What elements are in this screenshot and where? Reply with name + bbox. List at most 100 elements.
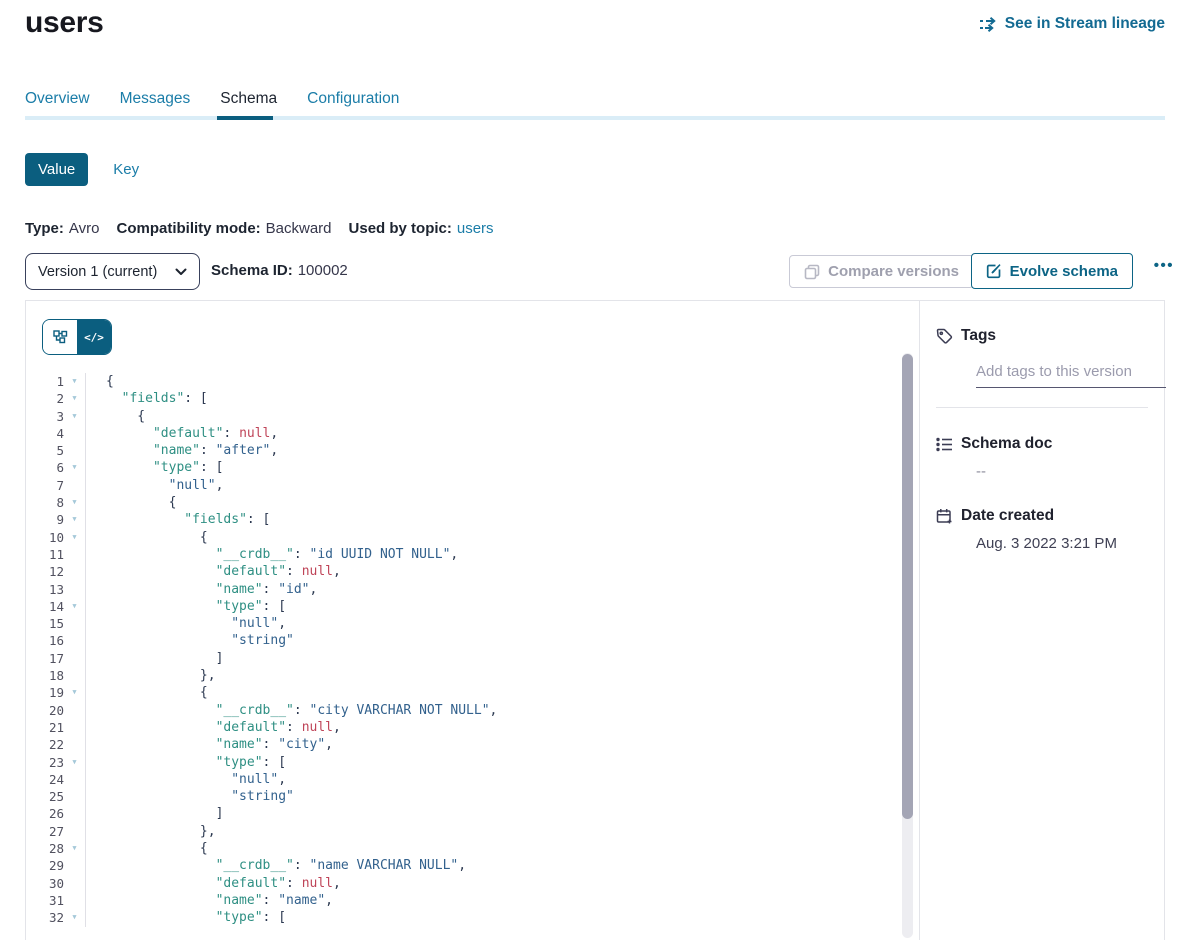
line-number: 20 — [26, 702, 64, 719]
tab-schema[interactable]: Schema — [220, 90, 277, 108]
code-text: "type": [ — [85, 598, 895, 615]
code-text: "default": null, — [85, 875, 895, 892]
code-text: { — [85, 373, 895, 390]
date-created-value: Aug. 3 2022 3:21 PM — [976, 535, 1148, 552]
version-select-value: Version 1 (current) — [38, 264, 157, 280]
fold-toggle-icon[interactable]: ▼ — [64, 529, 85, 546]
tree-view-button[interactable] — [43, 320, 77, 354]
fold-toggle-icon[interactable]: ▼ — [64, 459, 85, 476]
line-number: 22 — [26, 736, 64, 753]
more-options-button[interactable]: ••• — [1154, 257, 1174, 274]
stream-lineage-label: See in Stream lineage — [1005, 15, 1165, 33]
fold-toggle-icon[interactable]: ▼ — [64, 408, 85, 425]
key-toggle-button[interactable]: Key — [113, 161, 139, 178]
schema-sidebar: Tags Schema doc -- — [919, 301, 1164, 940]
fold-toggle-icon[interactable]: ▼ — [64, 909, 85, 926]
code-text: "string" — [85, 788, 895, 805]
code-line: 10▼ { — [26, 529, 895, 546]
fold-toggle-icon[interactable]: ▼ — [64, 754, 85, 771]
code-text: "__crdb__": "name VARCHAR NULL", — [85, 857, 895, 874]
compare-versions-button[interactable]: Compare versions — [789, 255, 974, 288]
code-text: "fields": [ — [85, 390, 895, 407]
line-number: 16 — [26, 632, 64, 649]
type-field: Type:Avro — [25, 220, 99, 237]
code-line: 21 "default": null, — [26, 719, 895, 736]
line-number: 12 — [26, 563, 64, 580]
code-line: 18 }, — [26, 667, 895, 684]
version-select[interactable]: Version 1 (current) — [25, 253, 200, 290]
fold-spacer — [64, 736, 85, 753]
line-number: 25 — [26, 788, 64, 805]
schema-doc-value: -- — [976, 463, 1148, 480]
used-by-topic-field: Used by topic:users — [349, 220, 494, 237]
tab-configuration[interactable]: Configuration — [307, 90, 399, 108]
code-line: 9▼ "fields": [ — [26, 511, 895, 528]
code-text: "default": null, — [85, 425, 895, 442]
line-number: 31 — [26, 892, 64, 909]
line-number: 9 — [26, 511, 64, 528]
fold-toggle-icon[interactable]: ▼ — [64, 390, 85, 407]
tab-overview[interactable]: Overview — [25, 90, 90, 108]
code-text: "fields": [ — [85, 511, 895, 528]
fold-spacer — [64, 788, 85, 805]
code-text: "null", — [85, 615, 895, 632]
line-number: 15 — [26, 615, 64, 632]
tree-view-icon — [53, 330, 68, 345]
code-line: 17 ] — [26, 650, 895, 667]
code-text: "name": "after", — [85, 442, 895, 459]
add-tags-input[interactable] — [976, 363, 1166, 388]
compatibility-label: Compatibility mode: — [116, 220, 260, 237]
code-text: ] — [85, 805, 895, 822]
code-line: 5 "name": "after", — [26, 442, 895, 459]
fold-spacer — [64, 581, 85, 598]
fold-toggle-icon[interactable]: ▼ — [64, 373, 85, 390]
fold-toggle-icon[interactable]: ▼ — [64, 840, 85, 857]
code-scrollbar-thumb[interactable] — [902, 354, 913, 819]
code-line: 20 "__crdb__": "city VARCHAR NOT NULL", — [26, 702, 895, 719]
tab-bar: Overview Messages Schema Configuration — [25, 90, 399, 108]
code-scrollbar-track[interactable] — [902, 353, 913, 938]
line-number: 5 — [26, 442, 64, 459]
value-toggle-button[interactable]: Value — [25, 153, 88, 186]
fold-spacer — [64, 546, 85, 563]
line-number: 10 — [26, 529, 64, 546]
calendar-plus-icon — [936, 508, 953, 525]
line-number: 17 — [26, 650, 64, 667]
stream-lineage-link[interactable]: See in Stream lineage — [979, 15, 1165, 33]
code-text: { — [85, 684, 895, 701]
fold-toggle-icon[interactable]: ▼ — [64, 598, 85, 615]
code-line: 22 "name": "city", — [26, 736, 895, 753]
code-line: 8▼ { — [26, 494, 895, 511]
fold-toggle-icon[interactable]: ▼ — [64, 494, 85, 511]
code-line: 31 "name": "name", — [26, 892, 895, 909]
code-line: 1▼{ — [26, 373, 895, 390]
schema-code-editor[interactable]: 1▼{2▼ "fields": [3▼ {4 "default": null,5… — [26, 373, 895, 940]
line-number: 6 — [26, 459, 64, 476]
evolve-schema-button[interactable]: Evolve schema — [971, 253, 1133, 289]
fold-spacer — [64, 477, 85, 494]
code-line: 25 "string" — [26, 788, 895, 805]
code-text: "type": [ — [85, 754, 895, 771]
code-line: 29 "__crdb__": "name VARCHAR NULL", — [26, 857, 895, 874]
line-number: 23 — [26, 754, 64, 771]
used-by-topic-link[interactable]: users — [457, 220, 494, 237]
fold-spacer — [64, 650, 85, 667]
fold-spacer — [64, 771, 85, 788]
tab-messages[interactable]: Messages — [120, 90, 191, 108]
code-text: "name": "name", — [85, 892, 895, 909]
fold-toggle-icon[interactable]: ▼ — [64, 511, 85, 528]
code-text: "__crdb__": "id UUID NOT NULL", — [85, 546, 895, 563]
schema-id-field: Schema ID:100002 — [211, 262, 348, 279]
date-created-heading: Date created — [961, 507, 1054, 525]
code-line: 13 "name": "id", — [26, 581, 895, 598]
type-label: Type: — [25, 220, 64, 237]
fold-spacer — [64, 632, 85, 649]
code-view-button[interactable]: </> — [77, 320, 111, 354]
code-line: 3▼ { — [26, 408, 895, 425]
code-text: "default": null, — [85, 719, 895, 736]
fold-spacer — [64, 563, 85, 580]
code-text: "type": [ — [85, 459, 895, 476]
line-number: 24 — [26, 771, 64, 788]
line-number: 26 — [26, 805, 64, 822]
fold-toggle-icon[interactable]: ▼ — [64, 684, 85, 701]
